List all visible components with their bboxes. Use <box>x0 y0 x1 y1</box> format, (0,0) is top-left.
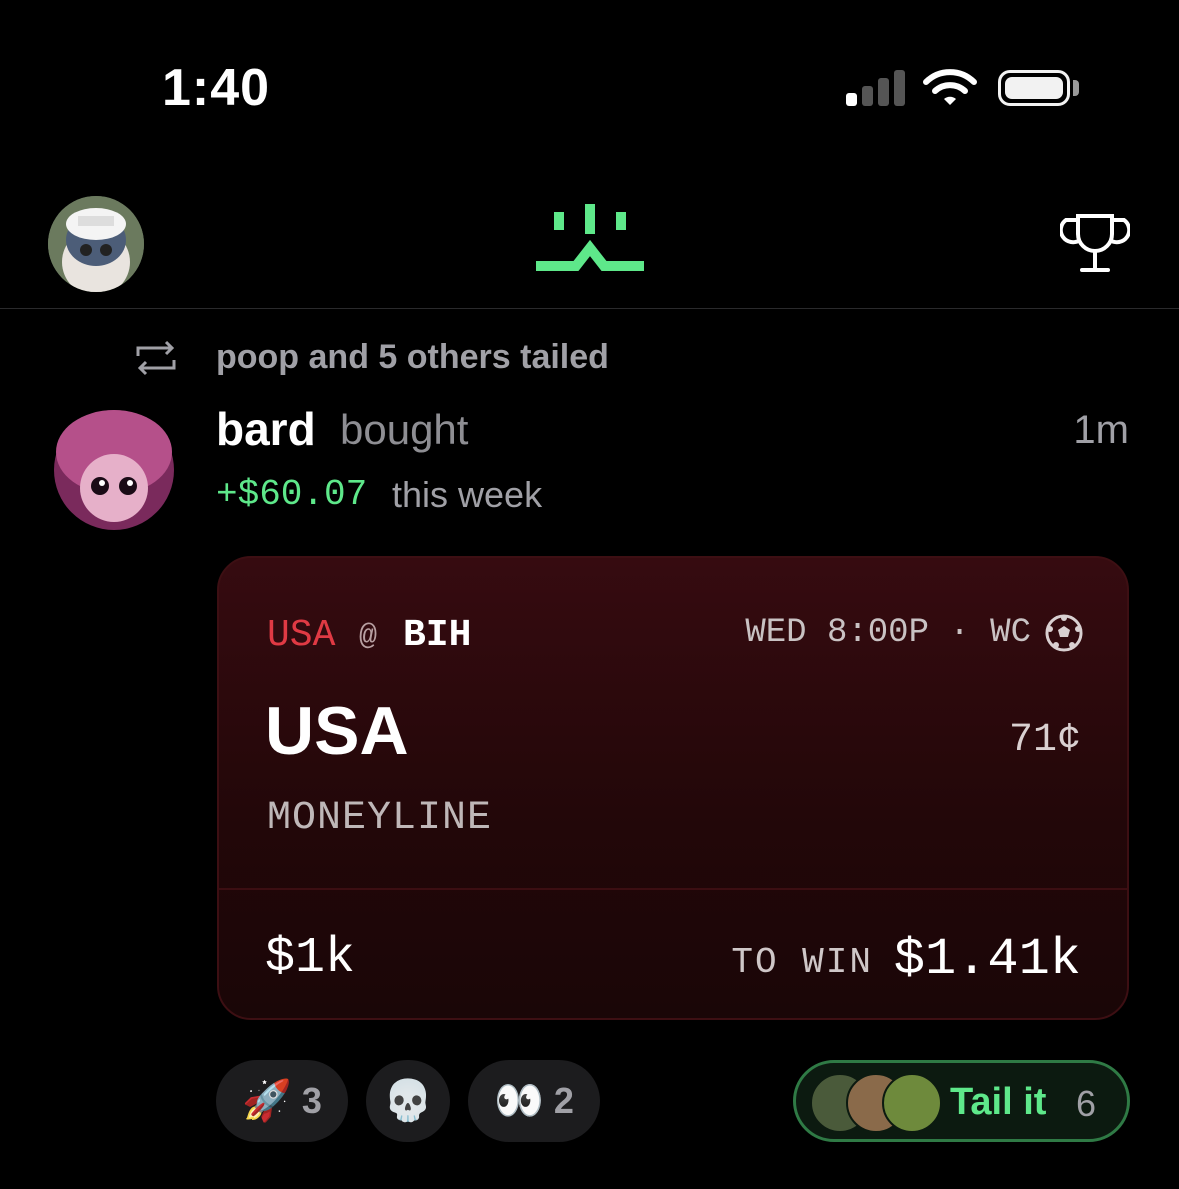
reaction-rocket-button[interactable]: 🚀 3 <box>216 1060 348 1142</box>
tail-count: 6 <box>1076 1083 1097 1124</box>
trophy-icon[interactable] <box>1060 210 1130 280</box>
weekly-gain: +$60.07 <box>216 474 368 515</box>
soccer-ball-icon <box>1045 614 1083 652</box>
reaction-eyes-button[interactable]: 👀 2 <box>468 1060 600 1142</box>
at-separator: @ <box>359 620 378 654</box>
wifi-icon <box>923 69 977 105</box>
weekly-gain-suffix: this week <box>392 474 543 515</box>
tailed-by-text[interactable]: poop and 5 others tailed <box>216 338 609 377</box>
header-divider <box>0 308 1179 309</box>
eyes-icon: 👀 <box>494 1079 544 1123</box>
tailer-avatar <box>882 1073 942 1133</box>
bet-card[interactable]: USA @ BIH WED 8:00P · WC USA 71¢ MONEYLI… <box>217 556 1129 1020</box>
reaction-skull-button[interactable]: 💀 <box>366 1060 450 1142</box>
to-win-amount: $1.41k <box>893 930 1081 989</box>
away-team: USA <box>267 614 336 657</box>
bet-market: MONEYLINE <box>267 796 493 841</box>
game-time: WED 8:00P · WC <box>745 614 1031 652</box>
card-divider <box>219 888 1127 890</box>
user-avatar[interactable] <box>50 402 178 534</box>
post-timestamp: 1m <box>1073 408 1129 452</box>
cellular-signal-icon <box>846 70 906 106</box>
tail-it-label: Tail it <box>950 1081 1047 1123</box>
rocket-icon: 🚀 <box>242 1079 292 1123</box>
to-win-label: TO WIN <box>731 942 873 983</box>
battery-icon <box>998 70 1070 106</box>
battery-cap <box>1073 80 1079 96</box>
status-time: 1:40 <box>162 59 271 117</box>
repost-icon <box>136 340 176 376</box>
home-team: BIH <box>403 614 472 657</box>
reaction-count: 2 <box>553 1080 574 1121</box>
post-username[interactable]: bard <box>216 402 316 456</box>
bet-pick: USA <box>265 693 409 769</box>
profile-avatar[interactable] <box>48 196 144 292</box>
reaction-count: 3 <box>301 1080 322 1121</box>
app-logo-icon[interactable] <box>534 204 646 276</box>
post-action: bought <box>340 406 469 453</box>
app-screen: 1:40 poop and 5 others tailed bard bough… <box>0 0 1179 1189</box>
bet-stake: $1k <box>265 930 356 987</box>
tail-it-button[interactable]: Tail it 6 <box>793 1060 1130 1142</box>
skull-icon: 💀 <box>383 1079 433 1123</box>
bet-price: 71¢ <box>1008 718 1081 763</box>
